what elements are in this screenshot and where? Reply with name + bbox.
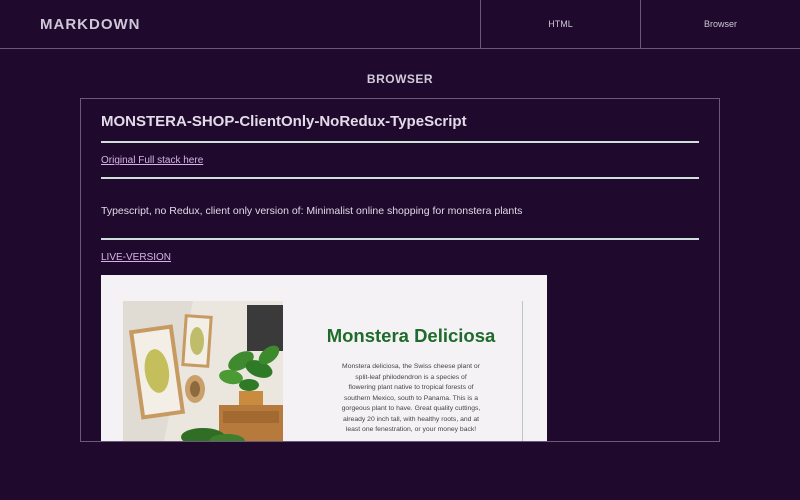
readme-heading: MONSTERA-SHOP-ClientOnly-NoRedux-TypeScr… [101,113,467,130]
top-navbar: MARKDOWN HTML Browser [0,0,800,49]
original-full-stack-link[interactable]: Original Full stack here [101,155,203,166]
divider [101,238,699,240]
product-description: Monstera deliciosa, the Swiss cheese pla… [341,363,481,433]
readme-description: Typescript, no Redux, client only versio… [101,205,523,217]
live-version-link[interactable]: LIVE-VERSION [101,252,171,263]
plant-photo [123,301,283,441]
divider [101,177,699,179]
website-screenshot-image: Monstera Deliciosa Monstera deliciosa, t… [101,275,547,441]
card-divider [522,301,523,441]
product-title: Monstera Deliciosa [326,325,496,346]
section-title: BROWSER [366,72,434,86]
divider [101,141,699,143]
brand-logo-text: MARKDOWN [40,16,141,33]
browser-preview-frame: MONSTERA-SHOP-ClientOnly-NoRedux-TypeScr… [80,98,720,442]
tab-html[interactable]: HTML [480,0,640,49]
plant-room-illustration [123,301,283,441]
tab-browser[interactable]: Browser [640,0,800,49]
